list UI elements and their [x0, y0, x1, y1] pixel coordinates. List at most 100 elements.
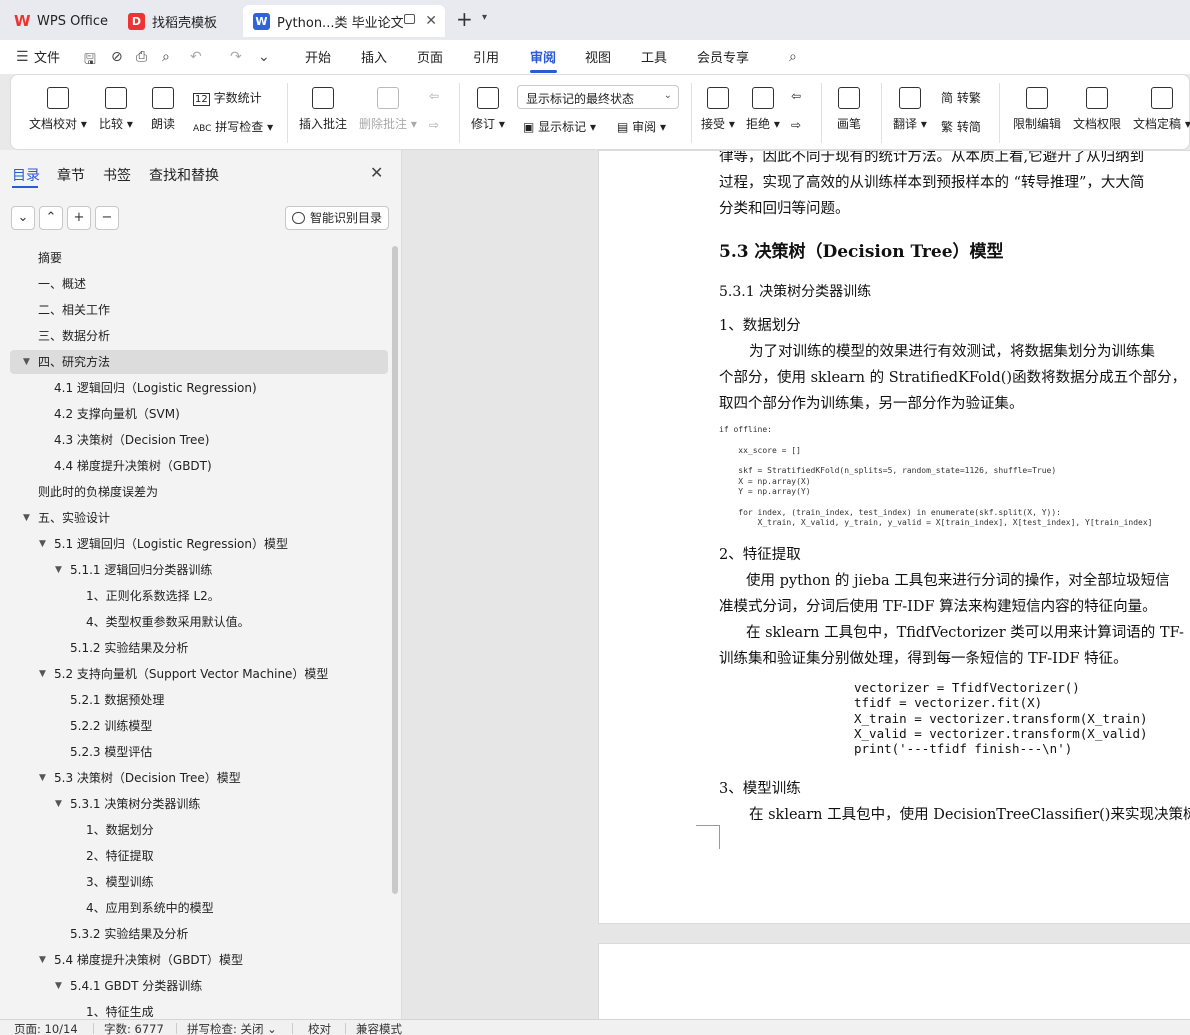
word-count-button[interactable]: 12 字数统计: [193, 89, 262, 106]
toc-item[interactable]: 1、正则化系数选择 L2。: [10, 584, 388, 608]
toc-item[interactable]: ▼ 5.3 决策树（Decision Tree）模型: [10, 766, 388, 790]
tab-bookmarks[interactable]: 书签: [103, 165, 131, 185]
menu-tools[interactable]: 工具: [641, 47, 667, 66]
collapse-arrow-icon[interactable]: ▼: [39, 532, 46, 556]
collapse-all-button[interactable]: ⌃: [39, 206, 63, 230]
markup-state-select[interactable]: 显示标记的最终状态 ⌄: [517, 85, 679, 109]
tab-template[interactable]: D 找稻壳模板: [118, 5, 240, 37]
toc-item[interactable]: 4.1 逻辑回归（Logistic Regression): [10, 376, 388, 400]
tab-document[interactable]: W Python...类 毕业论文 ✕: [243, 5, 445, 37]
toc-item[interactable]: ▼ 5.3.1 决策树分类器训练: [10, 792, 388, 816]
toc-item[interactable]: 4.3 决策树（Decision Tree): [10, 428, 388, 452]
toc-item[interactable]: 5.3.2 实验结果及分析: [10, 922, 388, 946]
menu-view[interactable]: 视图: [585, 47, 611, 66]
collapse-arrow-icon[interactable]: ▼: [39, 662, 46, 686]
accept-button[interactable]: 接受 ▾: [701, 87, 735, 132]
collapse-arrow-icon[interactable]: ▼: [55, 974, 62, 998]
tab-toc[interactable]: 目录: [12, 165, 40, 185]
toc-item[interactable]: ▼ 五、实验设计: [10, 506, 388, 530]
print-icon[interactable]: ⎙: [136, 49, 147, 65]
menu-file[interactable]: 文件: [34, 47, 60, 66]
read-aloud-button[interactable]: 朗读: [151, 87, 175, 132]
toc-item[interactable]: 则此时的负梯度误差为: [10, 480, 388, 504]
to-simplified-button[interactable]: 繁 转简: [941, 118, 981, 135]
revise-button[interactable]: 修订 ▾: [471, 87, 505, 132]
collapse-arrow-icon[interactable]: ▼: [55, 792, 62, 816]
more-chevron-icon[interactable]: ⌄: [258, 49, 270, 65]
toc-item[interactable]: 三、数据分析: [10, 324, 388, 348]
next-change-icon[interactable]: ⇨: [791, 118, 801, 132]
toc-item[interactable]: 5.1.2 实验结果及分析: [10, 636, 388, 660]
menu-page[interactable]: 页面: [417, 47, 443, 66]
close-tab-icon[interactable]: ✕: [425, 13, 437, 29]
doc-check-button[interactable]: 文档校对 ▾: [29, 87, 87, 132]
ink-button[interactable]: 画笔: [837, 87, 861, 132]
collapse-arrow-icon[interactable]: ▼: [23, 350, 30, 374]
review-pane-button[interactable]: ▤ 审阅 ▾: [617, 118, 666, 135]
toc-item[interactable]: 5.2.1 数据预处理: [10, 688, 388, 712]
menu-insert[interactable]: 插入: [361, 47, 387, 66]
compare-button[interactable]: 比较 ▾: [99, 87, 133, 132]
tab-find-replace[interactable]: 查找和替换: [149, 165, 219, 185]
toc-item[interactable]: 5.2.3 模型评估: [10, 740, 388, 764]
close-icon[interactable]: ✕: [370, 163, 383, 182]
tab-sections[interactable]: 章节: [57, 165, 85, 185]
toc-item[interactable]: 2、特征提取: [10, 844, 388, 868]
toc-item[interactable]: ▼ 5.1 逻辑回归（Logistic Regression）模型: [10, 532, 388, 556]
toc-item[interactable]: ▼ 5.1.1 逻辑回归分类器训练: [10, 558, 388, 582]
tab-wps-office[interactable]: W WPS Office: [4, 5, 116, 37]
save-icon[interactable]: 🖫: [84, 49, 96, 73]
undo-icon[interactable]: ↶: [190, 49, 202, 65]
restrict-edit-button[interactable]: 限制编辑: [1013, 87, 1061, 132]
menu-reference[interactable]: 引用: [473, 47, 499, 66]
toc-item[interactable]: 1、特征生成: [10, 1000, 388, 1019]
spell-check-status[interactable]: 拼写检查: 关闭 ⌄: [187, 1021, 277, 1035]
menu-review[interactable]: 审阅: [530, 47, 556, 66]
collapse-arrow-icon[interactable]: ▼: [39, 948, 46, 972]
link-icon[interactable]: ⊘: [111, 49, 123, 65]
spell-check-button[interactable]: ABC 拼写检查 ▾: [193, 118, 273, 135]
prev-change-icon[interactable]: ⇦: [791, 89, 801, 103]
toc-item[interactable]: ▼ 5.2 支持向量机（Support Vector Machine）模型: [10, 662, 388, 686]
toc-item[interactable]: 4、应用到系统中的模型: [10, 896, 388, 920]
delete-comment-button[interactable]: 删除批注 ▾: [359, 87, 417, 132]
reject-button[interactable]: 拒绝 ▾: [746, 87, 780, 132]
to-traditional-button[interactable]: 简 转繁: [941, 89, 981, 106]
show-markup-button[interactable]: ▣ 显示标记 ▾: [523, 118, 596, 135]
hamburger-menu-icon[interactable]: ☰: [16, 49, 29, 65]
toc-scrollbar[interactable]: [392, 246, 398, 894]
window-mode-icon[interactable]: [404, 14, 415, 24]
redo-icon[interactable]: ↷: [230, 49, 242, 65]
toc-item[interactable]: ▼ 5.4 梯度提升决策树（GBDT）模型: [10, 948, 388, 972]
toc-item[interactable]: 一、概述: [10, 272, 388, 296]
translate-button[interactable]: 翻译 ▾: [893, 87, 927, 132]
toc-item[interactable]: 5.2.2 训练模型: [10, 714, 388, 738]
collapse-arrow-icon[interactable]: ▼: [23, 506, 30, 530]
page-indicator[interactable]: 页面: 10/14: [14, 1021, 78, 1035]
smart-toc-button[interactable]: 智能识别目录: [285, 206, 389, 230]
search-icon[interactable]: ⌕: [789, 49, 797, 65]
proofread-status[interactable]: 校对: [308, 1021, 331, 1035]
chevron-down-icon[interactable]: ▾: [482, 12, 487, 23]
toc-item[interactable]: 4、类型权重参数采用默认值。: [10, 610, 388, 634]
next-comment-icon[interactable]: ⇨: [429, 118, 439, 132]
doc-finalize-button[interactable]: 文档定稿 ▾: [1133, 87, 1190, 132]
print-preview-icon[interactable]: ⌕: [162, 49, 170, 65]
menu-start[interactable]: 开始: [305, 47, 331, 66]
expand-all-button[interactable]: ⌄: [11, 206, 35, 230]
prev-comment-icon[interactable]: ⇦: [429, 89, 439, 103]
insert-comment-button[interactable]: 插入批注: [299, 87, 347, 132]
collapse-arrow-icon[interactable]: ▼: [55, 558, 62, 582]
word-count-indicator[interactable]: 字数: 6777: [104, 1021, 164, 1035]
document-page[interactable]: [598, 943, 1190, 1019]
new-tab-icon[interactable]: +: [456, 8, 473, 30]
toc-item[interactable]: 二、相关工作: [10, 298, 388, 322]
remove-heading-button[interactable]: −: [95, 206, 119, 230]
menu-member[interactable]: 会员专享: [697, 47, 749, 66]
doc-permission-button[interactable]: 文档权限: [1073, 87, 1121, 132]
toc-item[interactable]: ▼ 四、研究方法: [10, 350, 388, 374]
toc-item[interactable]: 摘要: [10, 246, 388, 270]
collapse-arrow-icon[interactable]: ▼: [39, 766, 46, 790]
toc-item[interactable]: 4.2 支撑向量机（SVM): [10, 402, 388, 426]
toc-item[interactable]: 4.4 梯度提升决策树（GBDT): [10, 454, 388, 478]
